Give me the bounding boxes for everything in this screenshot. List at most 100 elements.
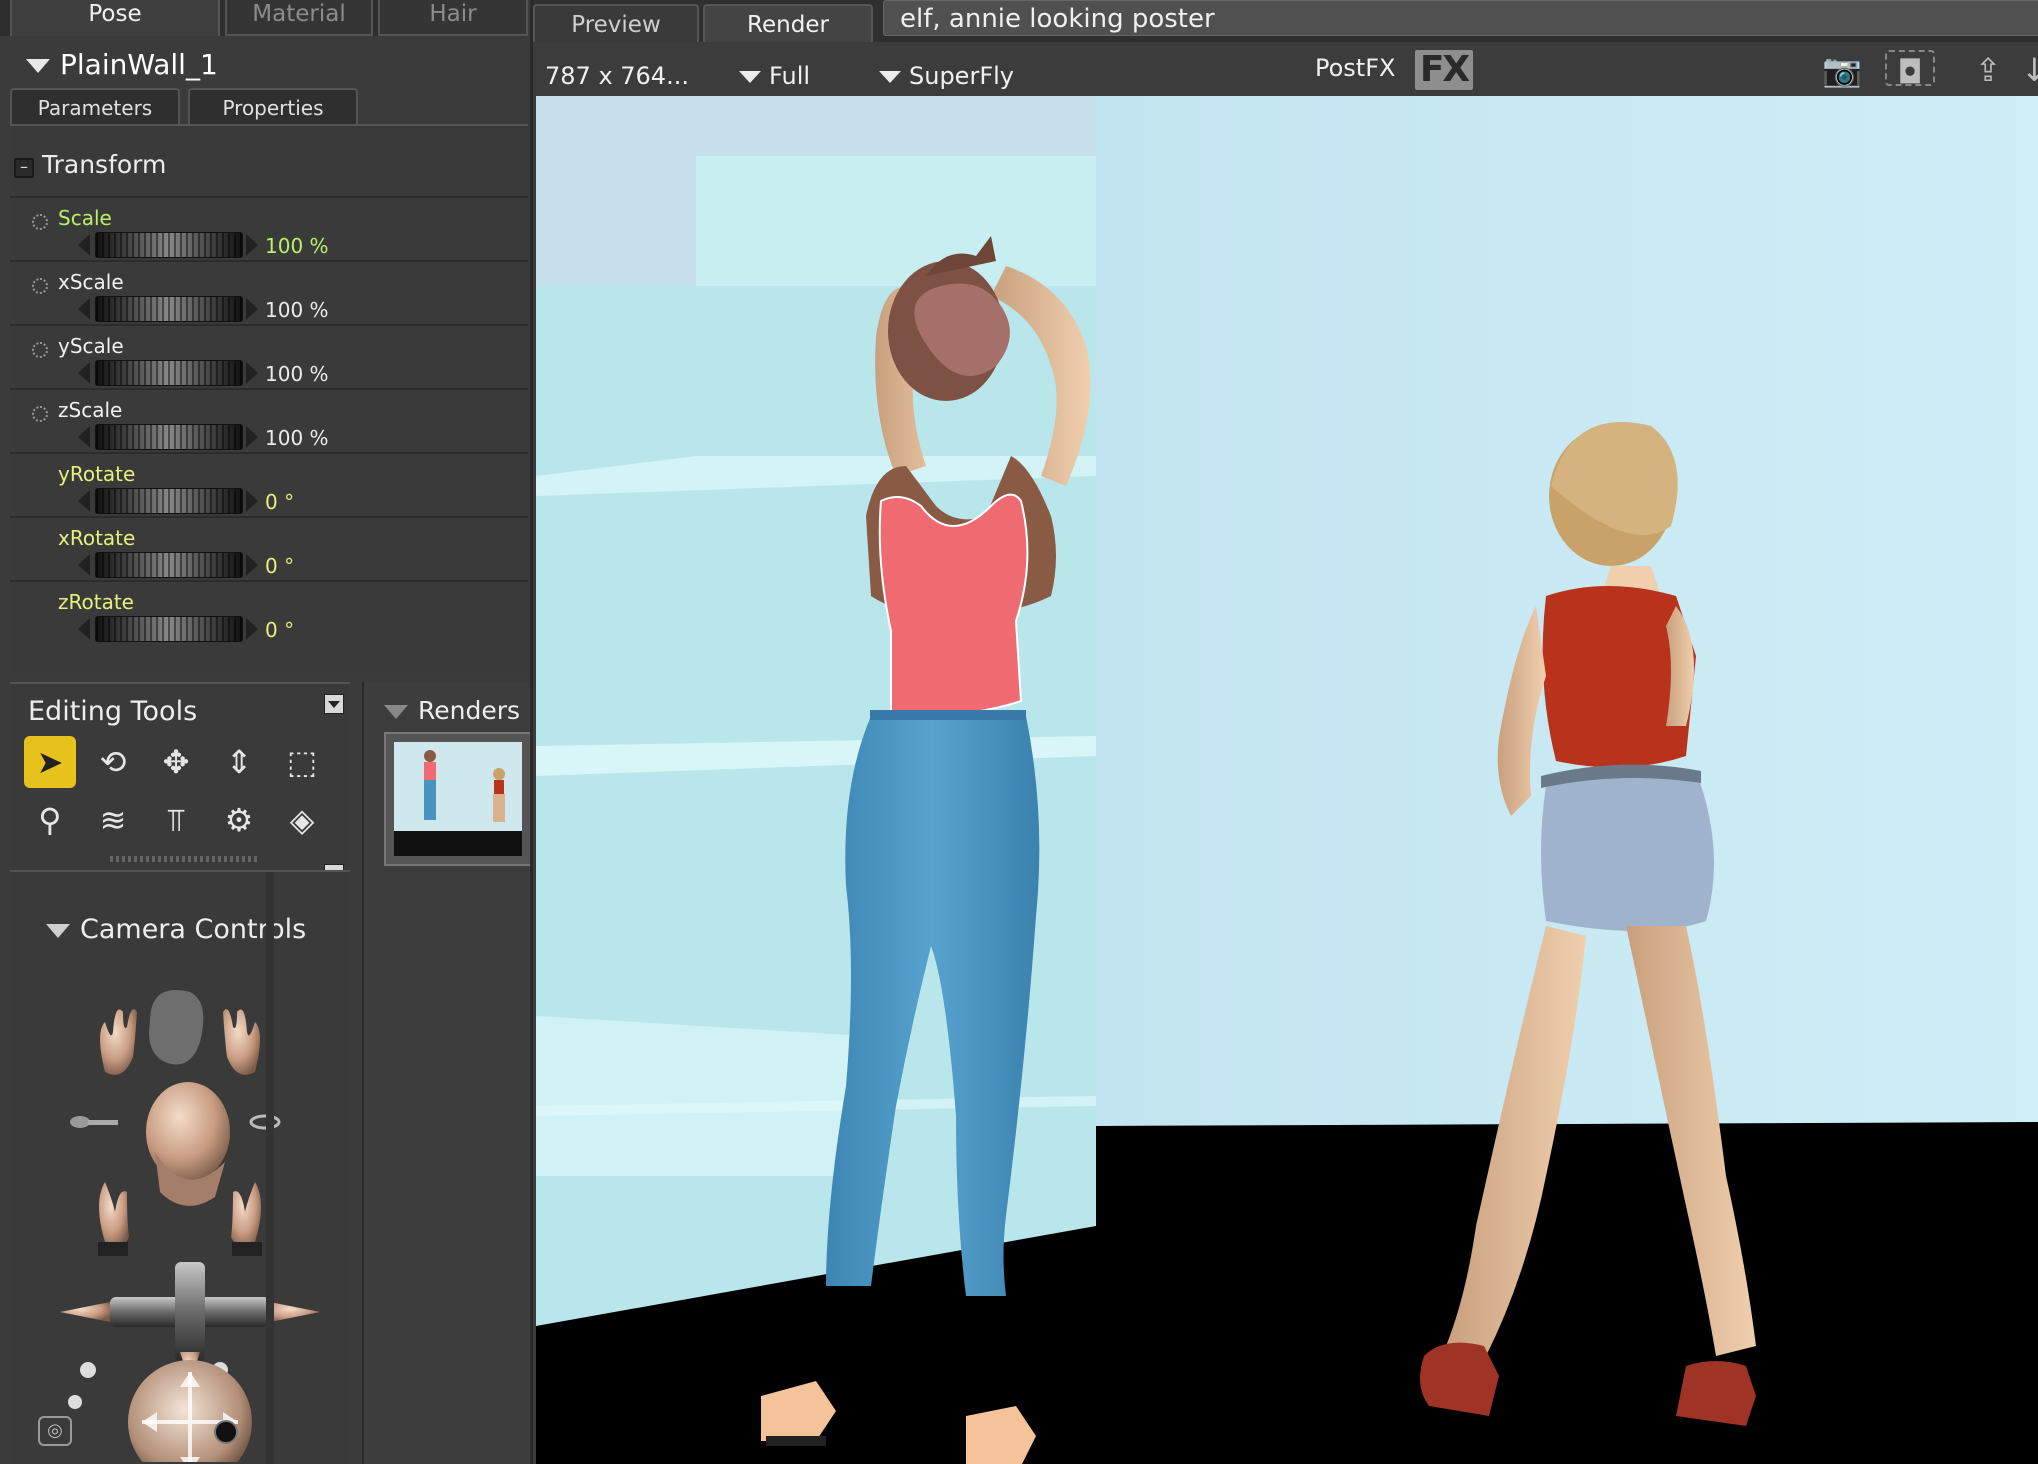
decrement-arrow-icon[interactable]	[78, 426, 90, 448]
param-dial[interactable]	[95, 616, 243, 642]
tab-properties[interactable]: Properties	[188, 88, 358, 124]
small-dot-button[interactable]	[68, 1395, 82, 1409]
param-name[interactable]: Scale	[58, 206, 112, 230]
direct-manipulation-icon[interactable]: ⚙	[213, 794, 265, 846]
export-icon[interactable]: ⇪	[1963, 50, 2013, 90]
param-dial[interactable]	[95, 552, 243, 578]
param-dial[interactable]	[95, 232, 243, 258]
rendered-image	[536, 96, 2038, 1464]
param-name[interactable]: zScale	[58, 398, 122, 422]
param-value[interactable]: 0 °	[265, 554, 294, 578]
chain-break-icon[interactable]: ⫪	[150, 794, 202, 846]
decrement-arrow-icon[interactable]	[78, 362, 90, 384]
pose-tab-bar: Pose Material Hair	[0, 0, 528, 36]
renders-header[interactable]: Renders	[384, 696, 520, 725]
taper-icon[interactable]: ⚲	[24, 794, 76, 846]
face-camera-icon[interactable]	[149, 990, 204, 1065]
view-tab-bar: Preview Render elf, annie looking poster	[533, 0, 2038, 42]
scrollbar[interactable]	[266, 872, 274, 1464]
increment-arrow-icon[interactable]	[246, 234, 258, 256]
chevron-down-icon	[46, 923, 70, 938]
resolution-value: Full	[769, 62, 811, 90]
left-hand-camera-icon[interactable]	[100, 1009, 137, 1075]
param-name[interactable]: yScale	[58, 334, 124, 358]
param-value[interactable]: 0 °	[265, 618, 294, 642]
keyframe-dot-icon[interactable]	[32, 214, 48, 230]
more-arrow-icon[interactable]: ↓	[2021, 50, 2038, 90]
translate-icon[interactable]: ✥	[150, 736, 202, 788]
collapse-group-button[interactable]: –	[14, 158, 34, 178]
increment-arrow-icon[interactable]	[246, 362, 258, 384]
keyframe-dot-icon[interactable]	[32, 278, 48, 294]
renders-splitter[interactable]	[364, 682, 370, 1464]
tab-hair[interactable]: Hair	[378, 0, 528, 36]
left-hand-2-icon[interactable]	[98, 1182, 129, 1256]
select-arrow-icon[interactable]: ➤	[24, 736, 76, 788]
decrement-arrow-icon[interactable]	[78, 298, 90, 320]
increment-arrow-icon[interactable]	[246, 426, 258, 448]
render-canvas[interactable]	[536, 96, 2038, 1464]
param-dial[interactable]	[95, 360, 243, 386]
param-name[interactable]: yRotate	[58, 462, 135, 486]
param-name[interactable]: xRotate	[58, 526, 135, 550]
tab-preview[interactable]: Preview	[533, 4, 699, 42]
scale-icon[interactable]: ⬚	[276, 736, 328, 788]
decrement-arrow-icon[interactable]	[78, 234, 90, 256]
render-engine-value: SuperFly	[909, 62, 1014, 90]
param-value[interactable]: 100 %	[265, 426, 329, 450]
twist-icon[interactable]: ≋	[87, 794, 139, 846]
key-icon[interactable]	[70, 1116, 118, 1128]
rotate-icon[interactable]: ⟲	[87, 736, 139, 788]
tab-material[interactable]: Material	[225, 0, 373, 36]
area-render-icon[interactable]: ◘	[1885, 50, 1935, 91]
increment-arrow-icon[interactable]	[246, 618, 258, 640]
tab-parameters[interactable]: Parameters	[10, 88, 180, 124]
param-value[interactable]: 100 %	[265, 234, 329, 258]
param-value[interactable]: 100 %	[265, 362, 329, 386]
param-value[interactable]: 0 °	[265, 490, 294, 514]
increment-arrow-icon[interactable]	[246, 490, 258, 512]
keyframe-dot-icon[interactable]	[32, 406, 48, 422]
render-thumbnail[interactable]	[384, 732, 532, 866]
main-camera-head-icon[interactable]	[146, 1082, 230, 1206]
param-value[interactable]: 100 %	[265, 298, 329, 322]
right-hand-camera-icon[interactable]	[223, 1009, 260, 1075]
increment-arrow-icon[interactable]	[246, 554, 258, 576]
trackball-icon[interactable]	[128, 1360, 252, 1462]
fx-button[interactable]: FX	[1415, 50, 1473, 90]
param-row-zscale: zScale 100 %	[10, 388, 528, 452]
editing-tools-panel: Editing Tools ➤ ⟲ ✥ ⇕ ⬚ ⚲ ≋ ⫪ ⚙ ◈	[10, 682, 350, 864]
resolution-dropdown[interactable]: Full	[739, 62, 810, 90]
render-engine-dropdown[interactable]: SuperFly	[879, 62, 1014, 90]
camera-icon[interactable]: ◎	[38, 1416, 72, 1446]
small-dot-button[interactable]	[80, 1362, 96, 1378]
param-dial[interactable]	[95, 488, 243, 514]
color-icon[interactable]: ◈	[276, 794, 328, 846]
editing-tools-menu-button[interactable]	[324, 694, 344, 714]
keyframe-dot-icon[interactable]	[32, 342, 48, 358]
param-dial[interactable]	[95, 296, 243, 322]
decrement-arrow-icon[interactable]	[78, 554, 90, 576]
decrement-arrow-icon[interactable]	[78, 490, 90, 512]
figure-selector[interactable]: PlainWall_1	[26, 48, 218, 81]
light-dot-button[interactable]	[214, 1420, 238, 1444]
param-name[interactable]: xScale	[58, 270, 124, 294]
orbit-icon[interactable]	[249, 1114, 281, 1130]
render-name-field[interactable]: elf, annie looking poster	[883, 0, 2038, 36]
chevron-down-icon	[739, 71, 761, 83]
camera-controls-panel: Camera Controls ◎	[10, 870, 350, 1464]
tab-pose[interactable]: Pose	[10, 0, 220, 36]
increment-arrow-icon[interactable]	[246, 298, 258, 320]
right-hand-2-icon[interactable]	[231, 1182, 262, 1256]
param-row-yscale: yScale 100 %	[10, 324, 528, 388]
param-row-zrotate: zRotate 0 °	[10, 580, 528, 644]
decrement-arrow-icon[interactable]	[78, 618, 90, 640]
transform-group-label: Transform	[42, 150, 167, 179]
param-row-scale: Scale 100 %	[10, 196, 528, 260]
resize-handle[interactable]	[110, 856, 258, 862]
camera-icon[interactable]: 📷	[1817, 50, 1867, 90]
param-name[interactable]: zRotate	[58, 590, 134, 614]
tab-render[interactable]: Render	[703, 4, 873, 42]
param-dial[interactable]	[95, 424, 243, 450]
translate-in-out-icon[interactable]: ⇕	[213, 736, 265, 788]
